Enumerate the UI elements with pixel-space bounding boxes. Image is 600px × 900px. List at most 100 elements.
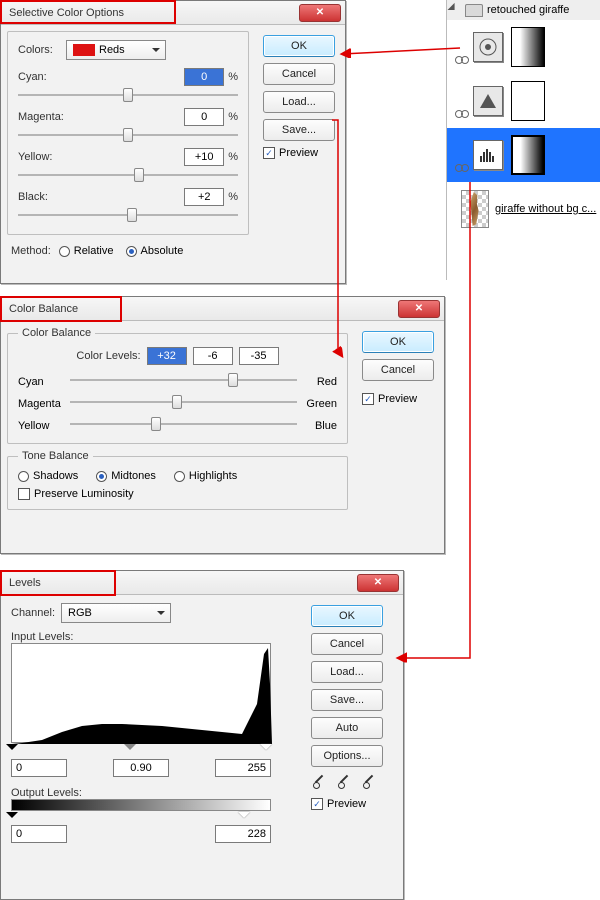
magenta-slider[interactable] <box>18 128 238 142</box>
preview-checkbox[interactable]: ✓Preview <box>311 798 366 810</box>
input-white-value[interactable]: 255 <box>215 759 271 777</box>
ok-button[interactable]: OK <box>362 331 434 353</box>
channel-select[interactable]: RGB <box>61 603 171 623</box>
cancel-button[interactable]: Cancel <box>362 359 434 381</box>
white-point-marker[interactable] <box>260 744 272 756</box>
colors-select[interactable]: Reds <box>66 40 166 60</box>
output-white-marker[interactable] <box>238 812 250 824</box>
black-input[interactable]: +2 <box>184 188 224 206</box>
titlebar[interactable]: Color Balance <box>1 297 444 321</box>
colors-label: Colors: <box>18 44 66 56</box>
pair-cyan-red: Cyan Red <box>18 371 337 393</box>
highlights-radio[interactable]: Highlights <box>174 470 237 482</box>
options-button[interactable]: Options... <box>311 745 383 767</box>
input-black-value[interactable]: 0 <box>11 759 67 777</box>
link-icon <box>455 110 469 120</box>
midtones-radio[interactable]: Midtones <box>96 470 156 482</box>
level-0-input[interactable]: +32 <box>147 347 187 365</box>
color-balance-group: Color Balance Color Levels: +32 -6 -35 C… <box>7 327 348 444</box>
input-gamma-value[interactable]: 0.90 <box>113 759 169 777</box>
levels-icon <box>473 140 503 170</box>
right-label: Red <box>297 376 337 388</box>
close-icon[interactable] <box>398 300 440 318</box>
channel-value: RGB <box>68 607 92 619</box>
midtones-label: Midtones <box>111 470 156 482</box>
titlebar[interactable]: Levels <box>1 571 403 595</box>
cyan-input[interactable]: 0 <box>184 68 224 86</box>
cancel-button[interactable]: Cancel <box>311 633 383 655</box>
cyan-red-slider[interactable] <box>70 373 297 387</box>
preview-label: Preview <box>327 798 366 810</box>
black-point-marker[interactable] <box>6 744 18 756</box>
preserve-luminosity-checkbox[interactable]: Preserve Luminosity <box>18 488 134 500</box>
layer-mask-thumb[interactable] <box>511 135 545 175</box>
magenta-input[interactable]: 0 <box>184 108 224 126</box>
white-eyedropper-icon[interactable] <box>361 773 377 789</box>
magenta-green-slider[interactable] <box>70 395 297 409</box>
image-layer[interactable]: giraffe without bg c... <box>447 182 600 236</box>
yellow-blue-slider[interactable] <box>70 417 297 431</box>
highlights-label: Highlights <box>189 470 237 482</box>
right-label: Blue <box>297 420 337 432</box>
yellow-input[interactable]: +10 <box>184 148 224 166</box>
link-icon <box>455 164 469 174</box>
percent-label: % <box>228 111 238 123</box>
yellow-slider[interactable] <box>18 168 238 182</box>
adjustment-layer-selective-color[interactable] <box>447 20 600 74</box>
save-button[interactable]: Save... <box>263 119 335 141</box>
method-absolute-radio[interactable]: Absolute <box>126 245 184 257</box>
group-legend: Color Balance <box>18 327 95 339</box>
disclosure-triangle-icon <box>448 3 462 17</box>
preview-checkbox[interactable]: ✓Preview <box>263 147 318 159</box>
shadows-label: Shadows <box>33 470 78 482</box>
layer-mask-thumb[interactable] <box>511 27 545 67</box>
dialog-title: Levels <box>9 577 357 589</box>
layer-group-header[interactable]: retouched giraffe <box>447 0 600 20</box>
layer-mask-thumb[interactable] <box>511 81 545 121</box>
layer-group-name: retouched giraffe <box>487 4 569 16</box>
auto-button[interactable]: Auto <box>311 717 383 739</box>
titlebar[interactable]: Selective Color Options <box>1 1 345 25</box>
pair-yellow-blue: Yellow Blue <box>18 415 337 437</box>
cyan-label: Cyan: <box>18 71 78 83</box>
output-gradient[interactable] <box>11 799 271 811</box>
tone-balance-group: Tone Balance Shadows Midtones Highlights… <box>7 450 348 510</box>
input-levels-label: Input Levels: <box>11 631 293 643</box>
black-eyedropper-icon[interactable] <box>311 773 327 789</box>
adjustment-layer-levels[interactable] <box>447 128 600 182</box>
left-label: Magenta <box>18 398 70 410</box>
channel-label: Channel: <box>11 607 55 619</box>
ok-button[interactable]: OK <box>311 605 383 627</box>
tone-legend: Tone Balance <box>18 450 93 462</box>
link-icon <box>455 56 469 66</box>
slider-yellow: Yellow: +10 % <box>18 148 238 182</box>
colors-value: Reds <box>99 44 125 56</box>
selective-color-icon <box>473 32 503 62</box>
shadows-radio[interactable]: Shadows <box>18 470 78 482</box>
output-black-marker[interactable] <box>6 812 18 824</box>
layers-panel: retouched giraffe giraffe without bg c..… <box>446 0 600 280</box>
left-label: Yellow <box>18 420 70 432</box>
gray-eyedropper-icon[interactable] <box>336 773 352 789</box>
black-label: Black: <box>18 191 78 203</box>
folder-icon <box>465 4 483 17</box>
close-icon[interactable] <box>299 4 341 22</box>
gray-point-marker[interactable] <box>124 744 136 756</box>
output-white-value[interactable]: 228 <box>215 825 271 843</box>
output-black-value[interactable]: 0 <box>11 825 67 843</box>
cancel-button[interactable]: Cancel <box>263 63 335 85</box>
cyan-slider[interactable] <box>18 88 238 102</box>
black-slider[interactable] <box>18 208 238 222</box>
method-relative-radio[interactable]: Relative <box>59 245 114 257</box>
save-button[interactable]: Save... <box>311 689 383 711</box>
close-icon[interactable] <box>357 574 399 592</box>
layer-thumbnail <box>461 190 489 228</box>
adjustment-layer-color-balance[interactable] <box>447 74 600 128</box>
load-button[interactable]: Load... <box>311 661 383 683</box>
ok-button[interactable]: OK <box>263 35 335 57</box>
level-1-input[interactable]: -6 <box>193 347 233 365</box>
load-button[interactable]: Load... <box>263 91 335 113</box>
slider-black: Black: +2 % <box>18 188 238 222</box>
preview-checkbox[interactable]: ✓Preview <box>362 393 417 405</box>
level-2-input[interactable]: -35 <box>239 347 279 365</box>
